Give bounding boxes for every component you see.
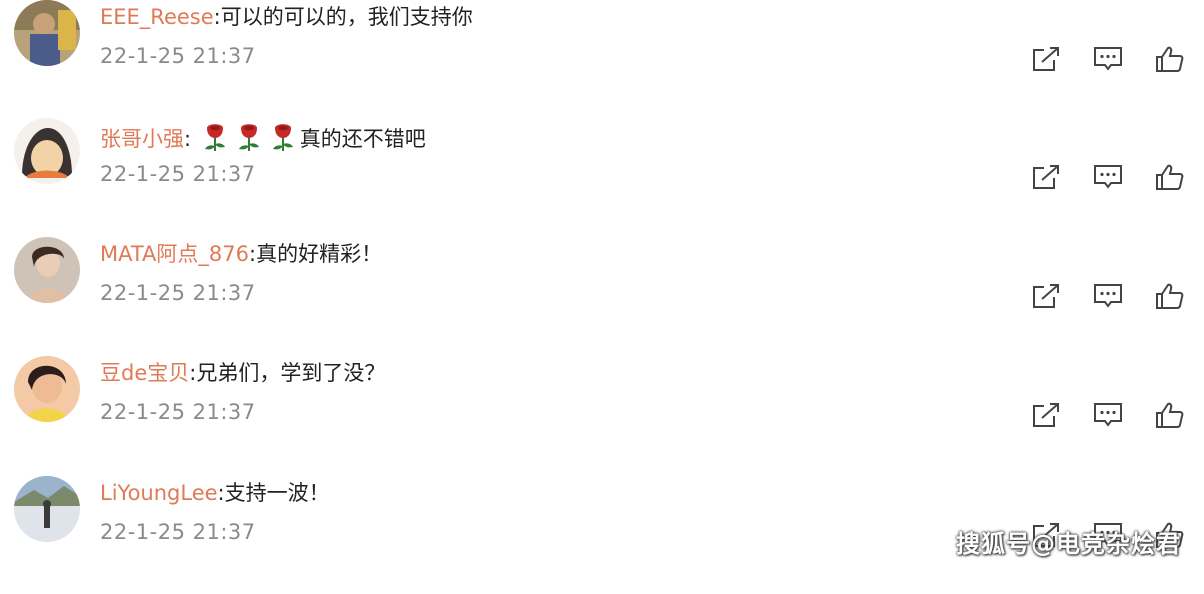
watermark: 搜狐号@电竞杂烩君 [956, 530, 1181, 558]
share-icon[interactable] [1030, 162, 1062, 192]
avatar[interactable] [14, 237, 80, 303]
separator: : [217, 481, 225, 505]
separator: : [184, 127, 192, 151]
separator: : [213, 5, 221, 29]
comment-text: 真的好精彩！ [256, 242, 383, 266]
share-icon[interactable] [1030, 400, 1062, 430]
comment-item: MATA阿点_876:真的好精彩！ 22-1-25 21:37 [0, 237, 1204, 355]
rose-icon [269, 122, 297, 158]
comment-actions [1030, 400, 1190, 430]
comment-actions [1030, 44, 1190, 74]
username[interactable]: 豆de宝贝 [100, 361, 189, 385]
username[interactable]: MATA阿点_876 [100, 242, 249, 266]
username[interactable]: 张哥小强 [100, 127, 184, 151]
comment-actions [1030, 281, 1190, 311]
comment-line: MATA阿点_876:真的好精彩！ [100, 241, 382, 267]
rose-icon [235, 122, 263, 158]
username[interactable]: EEE_Reese [100, 5, 214, 29]
comment-icon[interactable] [1092, 162, 1124, 192]
timestamp: 22-1-25 21:37 [100, 281, 256, 305]
username[interactable]: LiYoungLee [100, 481, 218, 505]
timestamp: 22-1-25 21:37 [100, 520, 256, 544]
avatar[interactable] [14, 476, 80, 542]
like-icon[interactable] [1154, 162, 1186, 192]
comment-text: 支持一波！ [224, 481, 330, 505]
timestamp: 22-1-25 21:37 [100, 162, 256, 186]
comment-text: 可以的可以的，我们支持你 [220, 5, 473, 29]
rose-icon [201, 122, 229, 158]
avatar[interactable] [14, 356, 80, 422]
timestamp: 22-1-25 21:37 [100, 44, 256, 68]
comment-icon[interactable] [1092, 281, 1124, 311]
share-icon[interactable] [1030, 44, 1062, 74]
comment-text: 真的还不错吧 [299, 127, 426, 151]
comment-line: 张哥小强: 真的还不错吧 [100, 122, 426, 158]
like-icon[interactable] [1154, 44, 1186, 74]
comment-text: 兄弟们，学到了没？ [196, 361, 386, 385]
comment-item: 豆de宝贝:兄弟们，学到了没？ 22-1-25 21:37 [0, 356, 1204, 474]
comment-item: EEE_Reese:可以的可以的，我们支持你 22-1-25 21:37 [0, 0, 1204, 118]
share-icon[interactable] [1030, 281, 1062, 311]
timestamp: 22-1-25 21:37 [100, 400, 256, 424]
comment-line: EEE_Reese:可以的可以的，我们支持你 [100, 4, 473, 30]
like-icon[interactable] [1154, 281, 1186, 311]
comment-item: 张哥小强: 真的还不错吧 22-1-25 21:37 [0, 118, 1204, 236]
avatar[interactable] [14, 0, 80, 66]
comment-icon[interactable] [1092, 400, 1124, 430]
like-icon[interactable] [1154, 400, 1186, 430]
comment-actions [1030, 162, 1190, 192]
comment-line: LiYoungLee:支持一波！ [100, 480, 330, 506]
comment-icon[interactable] [1092, 44, 1124, 74]
avatar[interactable] [14, 118, 80, 184]
comment-line: 豆de宝贝:兄弟们，学到了没？ [100, 360, 385, 386]
